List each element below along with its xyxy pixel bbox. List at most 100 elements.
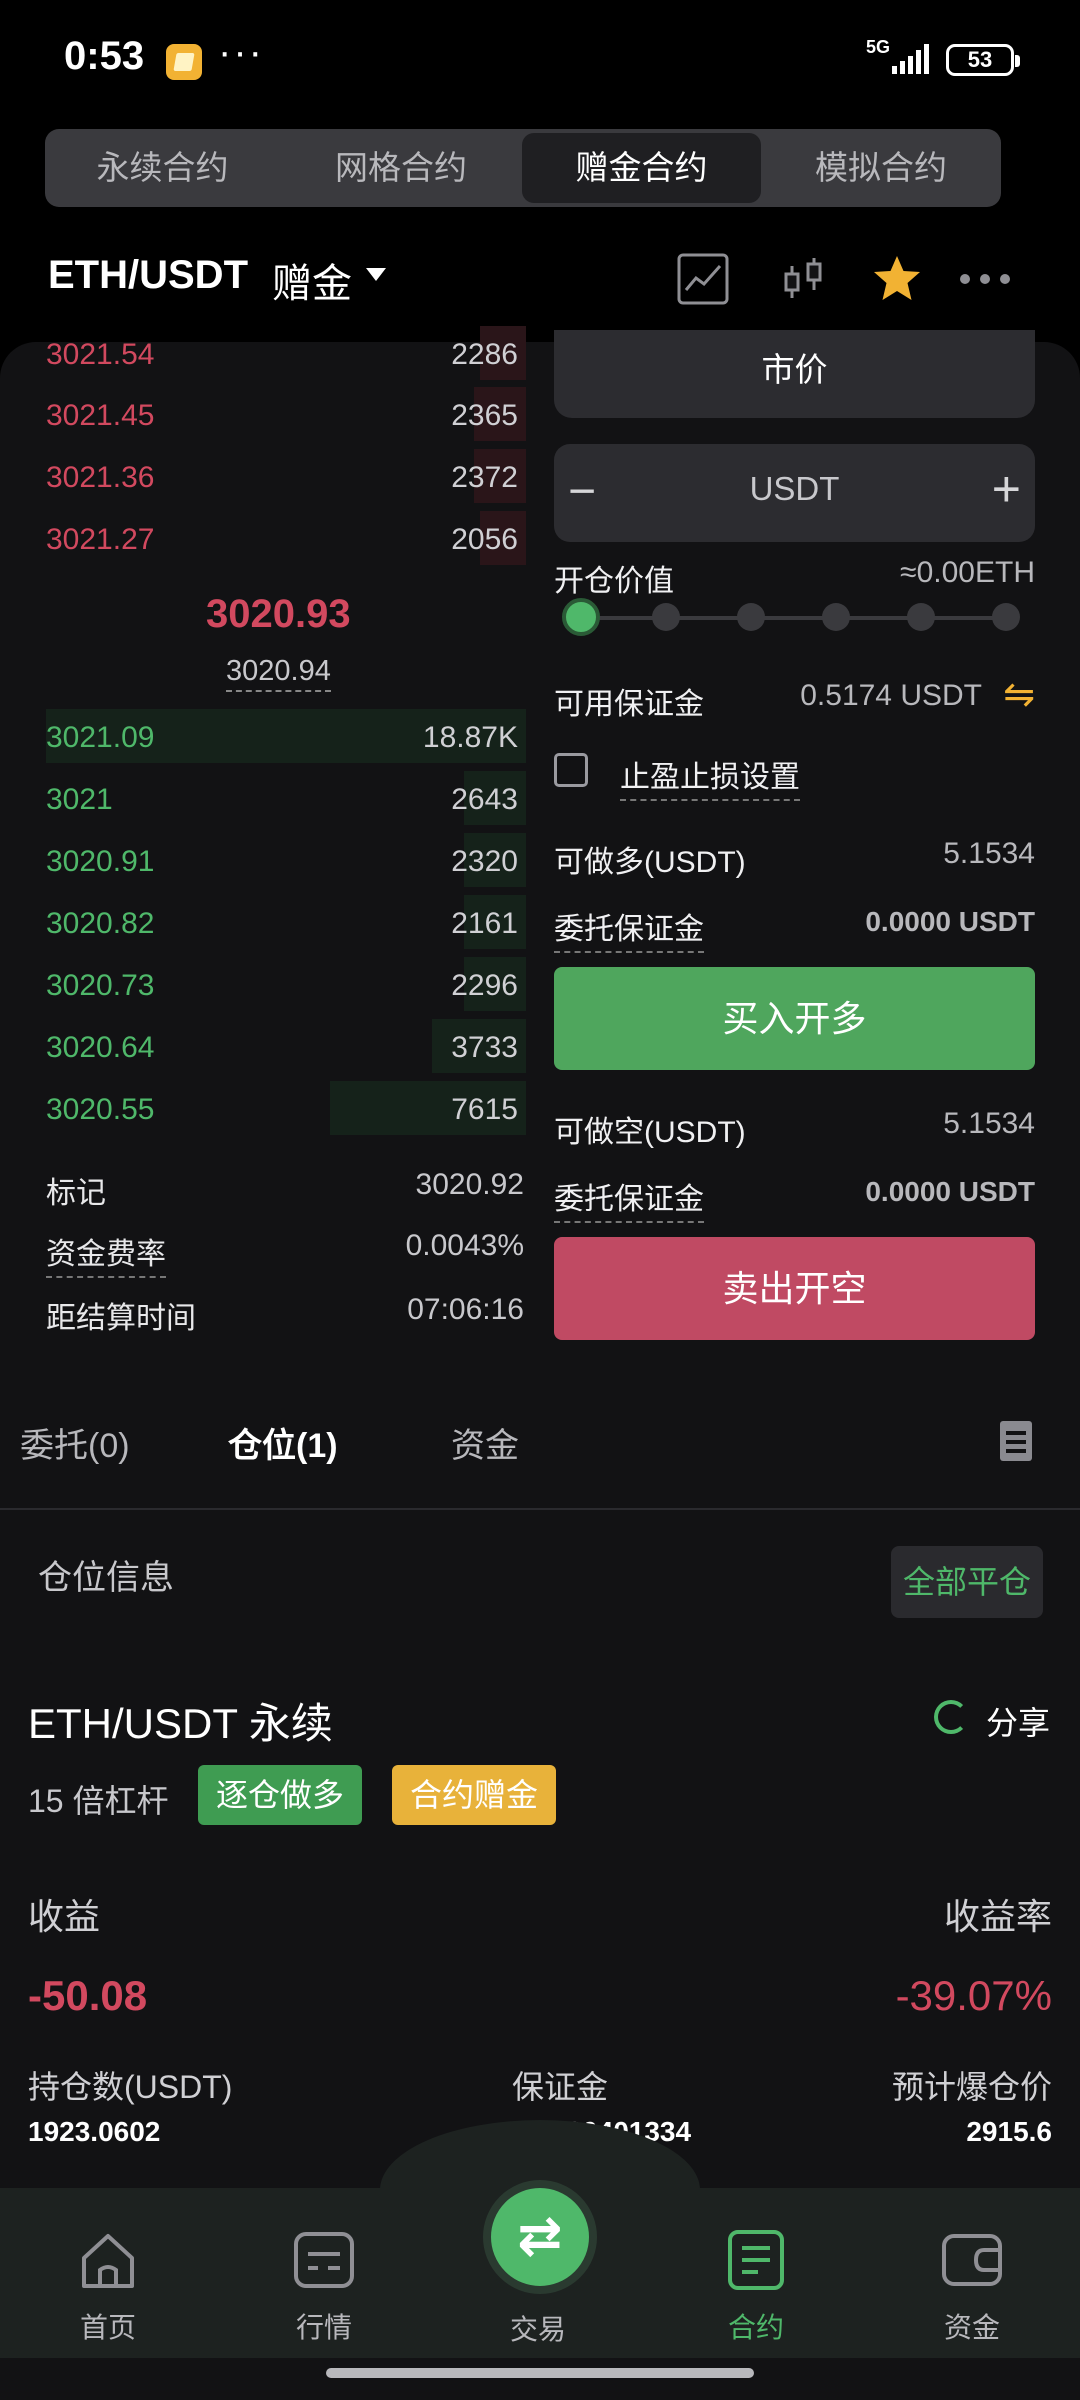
max-short-label: 可做空(USDT) bbox=[554, 1116, 746, 1149]
bid-qty: 2161 bbox=[451, 907, 518, 940]
max-long-value: 5.1534 bbox=[943, 837, 1035, 870]
mark-price-value: 3020.92 bbox=[415, 1168, 524, 1201]
tab-assets[interactable]: 资金 bbox=[451, 1418, 519, 1467]
position-title: ETH/USDT 永续 bbox=[28, 1700, 333, 1747]
bid-price: 3021.09 bbox=[46, 721, 155, 754]
bid-price: 3020.55 bbox=[46, 1093, 155, 1126]
share-button[interactable]: 分享 bbox=[986, 1698, 1050, 1744]
transfer-icon[interactable]: ⇋ bbox=[1003, 672, 1035, 717]
line-chart-icon[interactable] bbox=[676, 252, 730, 306]
bid-price: 3020.64 bbox=[46, 1031, 155, 1064]
close-all-button[interactable]: 全部平仓 bbox=[891, 1546, 1043, 1618]
bid-qty: 18.87K bbox=[422, 721, 518, 754]
bid-price: 3020.91 bbox=[46, 845, 155, 878]
isolated-long-badge: 逐仓做多 bbox=[198, 1765, 363, 1825]
amount-input[interactable]: − USDT + bbox=[554, 444, 1035, 542]
more-options-icon[interactable] bbox=[958, 252, 1012, 306]
bid-row[interactable]: 3021.09 18.87K bbox=[46, 709, 526, 763]
bid-row[interactable]: 3020.64 3733 bbox=[46, 1019, 526, 1073]
pair-name[interactable]: ETH/USDT bbox=[48, 253, 248, 298]
divider bbox=[0, 1508, 1080, 1510]
slider-step[interactable] bbox=[822, 603, 850, 631]
funding-rate-value: 0.0043% bbox=[405, 1229, 524, 1262]
ask-row[interactable]: 3021.27 2056 bbox=[46, 511, 526, 565]
nav-home[interactable]: 首页 bbox=[48, 2228, 168, 2346]
home-indicator[interactable] bbox=[326, 2368, 754, 2378]
nav-assets[interactable]: 资金 bbox=[912, 2228, 1032, 2346]
bid-row[interactable]: 3020.82 2161 bbox=[46, 895, 526, 949]
market-icon bbox=[294, 2232, 354, 2288]
tab-grid[interactable]: 网格合约 bbox=[280, 129, 522, 207]
order-history-icon[interactable] bbox=[1000, 1421, 1032, 1461]
settlement-time-label: 距结算时间 bbox=[46, 1302, 196, 1335]
mark-price-label: 标记 bbox=[46, 1177, 106, 1210]
bid-qty: 3733 bbox=[451, 1031, 518, 1064]
ask-price: 3021.54 bbox=[46, 338, 155, 371]
ask-qty: 2365 bbox=[451, 399, 518, 432]
candlestick-icon[interactable] bbox=[776, 252, 830, 306]
available-margin-label: 可用保证金 bbox=[554, 688, 704, 721]
tab-perpetual[interactable]: 永续合约 bbox=[45, 129, 280, 207]
tpsl-checkbox[interactable] bbox=[554, 753, 588, 787]
nav-futures[interactable]: 合约 bbox=[696, 2228, 816, 2346]
more-notifications-icon: ··· bbox=[218, 30, 264, 74]
trade-swap-icon[interactable]: ⇄ bbox=[483, 2180, 597, 2294]
max-long-label: 可做多(USDT) bbox=[554, 846, 746, 879]
ask-qty: 2286 bbox=[451, 338, 518, 371]
bid-qty: 2643 bbox=[451, 783, 518, 816]
nav-assets-label: 资金 bbox=[943, 2312, 1000, 2343]
ask-row[interactable]: 3021.54 2286 bbox=[46, 326, 526, 380]
tab-orders[interactable]: 委托(0) bbox=[20, 1418, 130, 1467]
bid-price: 3021 bbox=[46, 783, 113, 816]
bid-qty: 7615 bbox=[451, 1093, 518, 1126]
order-type-select[interactable]: 市价 bbox=[554, 330, 1035, 418]
tpsl-label[interactable]: 止盈止损设置 bbox=[620, 752, 800, 801]
tab-bonus[interactable]: 赠金合约 bbox=[522, 133, 761, 203]
settlement-time-value: 07:06:16 bbox=[407, 1293, 524, 1326]
position-info-title: 仓位信息 bbox=[38, 1559, 174, 1597]
funding-rate-label[interactable]: 资金费率 bbox=[46, 1229, 166, 1278]
leverage-label: 15 倍杠杆 bbox=[28, 1783, 169, 1819]
signal-icon bbox=[892, 44, 929, 74]
slider-thumb[interactable] bbox=[562, 598, 600, 636]
favorite-star-icon[interactable] bbox=[870, 252, 924, 306]
plus-icon[interactable]: + bbox=[992, 460, 1021, 518]
share-icon[interactable] bbox=[934, 1700, 968, 1734]
battery-icon: 53 bbox=[946, 44, 1020, 76]
slider-step[interactable] bbox=[737, 603, 765, 631]
ask-qty: 2056 bbox=[451, 523, 518, 556]
last-price: 3020.93 bbox=[206, 592, 351, 636]
max-short-value: 5.1534 bbox=[943, 1107, 1035, 1140]
order-margin-label[interactable]: 委托保证金 bbox=[554, 904, 704, 953]
slider-step[interactable] bbox=[992, 603, 1020, 631]
position-size-label: 持仓数(USDT) bbox=[28, 2069, 233, 2105]
nav-trade-label[interactable]: 交易 bbox=[510, 2308, 566, 2348]
tab-demo[interactable]: 模拟合约 bbox=[761, 129, 1001, 207]
bid-row[interactable]: 3020.73 2296 bbox=[46, 957, 526, 1011]
pnl-rate-label: 收益率 bbox=[943, 1896, 1052, 1937]
tab-positions[interactable]: 仓位(1) bbox=[228, 1418, 338, 1467]
index-price[interactable]: 3020.94 bbox=[226, 655, 331, 692]
buy-long-button[interactable]: 买入开多 bbox=[554, 967, 1035, 1070]
contract-type-tabs: 永续合约 网格合约 赠金合约 模拟合约 bbox=[45, 129, 1001, 207]
leverage-slider-track[interactable] bbox=[580, 616, 1008, 620]
ask-row[interactable]: 3021.36 2372 bbox=[46, 449, 526, 503]
pair-subtype[interactable]: 赠金 bbox=[272, 251, 352, 309]
margin-label: 保证金 bbox=[512, 2069, 609, 2105]
order-margin-label-short[interactable]: 委托保证金 bbox=[554, 1174, 704, 1223]
futures-icon bbox=[728, 2230, 784, 2290]
open-value-label: 开仓价值 bbox=[554, 565, 674, 598]
bid-row[interactable]: 3020.91 2320 bbox=[46, 833, 526, 887]
slider-step[interactable] bbox=[907, 603, 935, 631]
wallet-icon bbox=[942, 2234, 1002, 2286]
slider-step[interactable] bbox=[652, 603, 680, 631]
sell-short-button[interactable]: 卖出开空 bbox=[554, 1237, 1035, 1340]
bonus-badge: 合约赠金 bbox=[392, 1765, 557, 1825]
bid-qty: 2320 bbox=[451, 845, 518, 878]
nav-market[interactable]: 行情 bbox=[264, 2228, 384, 2346]
bid-row[interactable]: 3020.55 7615 bbox=[46, 1081, 526, 1135]
ask-row[interactable]: 3021.45 2365 bbox=[46, 387, 526, 441]
ask-price: 3021.27 bbox=[46, 523, 155, 556]
bid-row[interactable]: 3021 2643 bbox=[46, 771, 526, 825]
chevron-down-icon[interactable] bbox=[366, 268, 386, 281]
